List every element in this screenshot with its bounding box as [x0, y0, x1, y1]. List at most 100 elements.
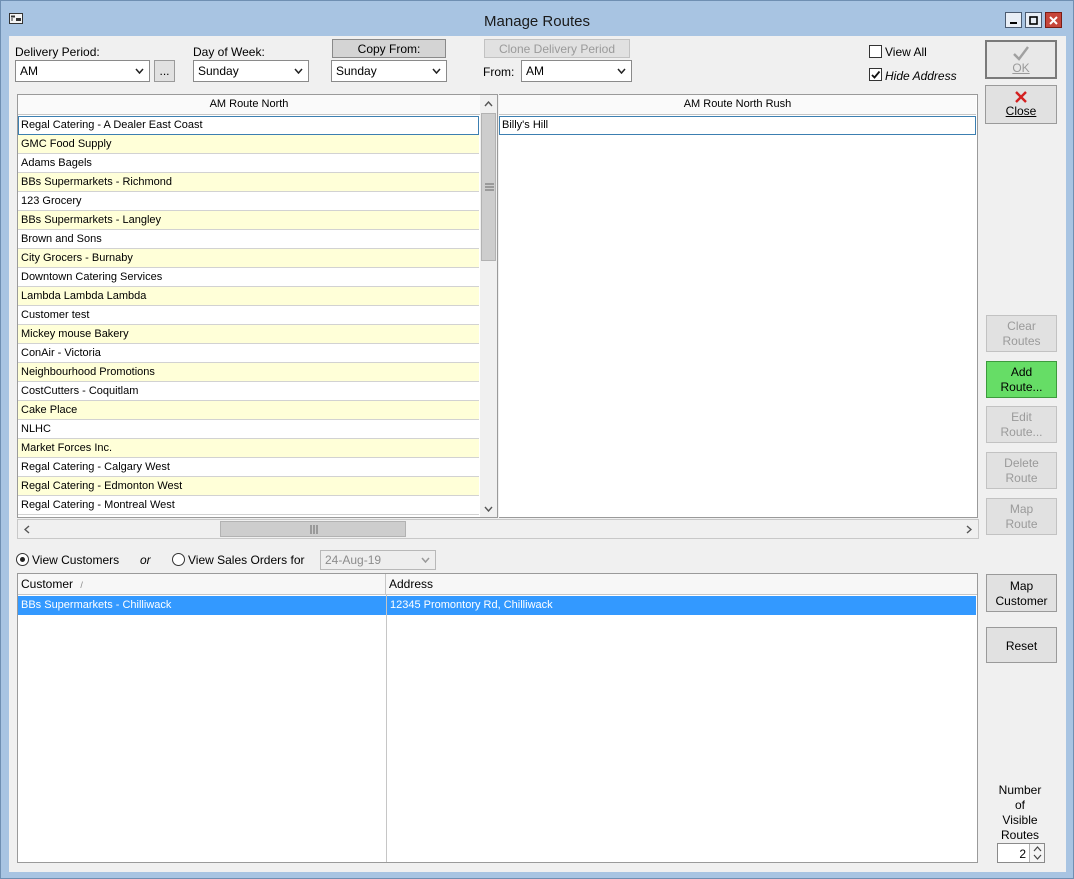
- sort-indicator-icon: /: [80, 580, 83, 590]
- view-all-checkbox[interactable]: [869, 45, 882, 58]
- delete-route-button[interactable]: Delete Route: [986, 452, 1057, 489]
- route-stop-row[interactable]: 123 Grocery: [18, 192, 479, 211]
- checkmark-icon: [871, 70, 881, 79]
- sales-order-date-picker[interactable]: 24-Aug-19: [320, 550, 436, 570]
- route-stop-row[interactable]: Regal Catering - Montreal West: [18, 496, 479, 515]
- route-stop-row[interactable]: Brown and Sons: [18, 230, 479, 249]
- route-stop-row[interactable]: BBs Supermarkets - Richmond: [18, 173, 479, 192]
- route-stop-row[interactable]: Neighbourhood Promotions: [18, 363, 479, 382]
- close-window-button[interactable]: [1045, 12, 1062, 28]
- scroll-left-arrow[interactable]: [18, 521, 35, 538]
- spinner-buttons: [1029, 844, 1044, 862]
- customer-column-header[interactable]: Customer /: [18, 574, 386, 595]
- add-route-label-line2: Route...: [1000, 380, 1043, 394]
- maximize-icon: [1029, 15, 1038, 25]
- route-stop-row[interactable]: Adams Bagels: [18, 154, 479, 173]
- route-stop-row[interactable]: Market Forces Inc.: [18, 439, 479, 458]
- customer-cell[interactable]: BBs Supermarkets - Chilliwack: [18, 596, 386, 615]
- route-stop-row[interactable]: Customer test: [18, 306, 479, 325]
- route-stop-row[interactable]: Billy's Hill: [499, 116, 976, 135]
- chevron-down-icon: [617, 68, 626, 74]
- clear-routes-button[interactable]: Clear Routes: [986, 315, 1057, 352]
- spin-down-icon[interactable]: [1031, 853, 1044, 862]
- close-button[interactable]: Close: [985, 85, 1057, 124]
- view-customers-radio[interactable]: [16, 553, 29, 566]
- check-icon: [1013, 46, 1029, 61]
- copy-from-button[interactable]: Copy From:: [332, 39, 446, 58]
- view-customers-label: View Customers: [32, 553, 120, 567]
- day-of-week-label: Day of Week:: [193, 45, 265, 59]
- route-stop-row[interactable]: Cake Place: [18, 401, 479, 420]
- column-divider: [386, 595, 387, 862]
- visible-routes-label-line1: Number: [998, 783, 1042, 797]
- radio-selected-dot: [20, 557, 25, 562]
- add-route-label-line1: Add: [1010, 365, 1033, 379]
- horizontal-scroll-thumb[interactable]: [220, 521, 406, 537]
- sales-order-date-value: 24-Aug-19: [325, 553, 382, 567]
- copy-from-select[interactable]: Sunday: [331, 60, 447, 82]
- route-stop-row[interactable]: Mickey mouse Bakery: [18, 325, 479, 344]
- visible-routes-label-line4: Routes: [1000, 828, 1040, 842]
- route-stop-row[interactable]: Regal Catering - Edmonton West: [18, 477, 479, 496]
- edit-route-button[interactable]: Edit Route...: [986, 406, 1057, 443]
- route-1-vertical-scrollbar[interactable]: [480, 95, 497, 517]
- visible-routes-spinner[interactable]: 2: [997, 843, 1045, 863]
- chevron-right-icon: [966, 525, 972, 534]
- scroll-down-arrow[interactable]: [480, 500, 497, 517]
- chevron-down-icon: [432, 68, 441, 74]
- delivery-period-browse-button[interactable]: ...: [154, 60, 175, 82]
- scroll-up-arrow[interactable]: [480, 95, 497, 112]
- route-stop-row[interactable]: Lambda Lambda Lambda: [18, 287, 479, 306]
- route-stop-row[interactable]: Regal Catering - A Dealer East Coast: [18, 116, 479, 135]
- spin-up-icon[interactable]: [1031, 844, 1044, 853]
- scroll-thumb[interactable]: [481, 113, 496, 261]
- hide-address-checkbox[interactable]: [869, 68, 882, 81]
- from-select[interactable]: AM: [521, 60, 632, 82]
- delivery-period-select[interactable]: AM: [15, 60, 150, 82]
- manage-routes-window: Manage Routes Delivery Period: AM ... Da…: [0, 0, 1074, 879]
- route-stop-row[interactable]: CostCutters - Coquitlam: [18, 382, 479, 401]
- delivery-period-label: Delivery Period:: [15, 45, 100, 59]
- map-customer-button[interactable]: Map Customer: [986, 574, 1057, 612]
- visible-routes-label-line2: of: [1014, 798, 1025, 812]
- minimize-icon: [1010, 21, 1017, 24]
- chevron-up-icon: [484, 100, 493, 106]
- view-sales-orders-label: View Sales Orders for: [188, 553, 305, 567]
- route-panel-1: AM Route North Regal Catering - A Dealer…: [17, 94, 498, 518]
- title-bar[interactable]: Manage Routes: [1, 1, 1073, 31]
- from-label: From:: [483, 65, 515, 79]
- scroll-right-arrow[interactable]: [960, 521, 977, 538]
- chevron-left-icon: [23, 525, 29, 534]
- add-route-button[interactable]: Add Route...: [986, 361, 1057, 398]
- route-stop-row[interactable]: Downtown Catering Services: [18, 268, 479, 287]
- route-stop-row[interactable]: GMC Food Supply: [18, 135, 479, 154]
- customer-column-label: Customer: [21, 577, 74, 591]
- route-stop-row[interactable]: ConAir - Victoria: [18, 344, 479, 363]
- route-stop-row[interactable]: Regal Catering - Calgary West: [18, 458, 479, 477]
- route-2-header[interactable]: AM Route North Rush: [499, 95, 976, 115]
- map-route-button[interactable]: Map Route: [986, 498, 1057, 535]
- visible-routes-value: 2: [1019, 847, 1026, 861]
- clone-delivery-period-button[interactable]: Clone Delivery Period: [484, 39, 630, 58]
- ok-button[interactable]: OK: [985, 40, 1057, 79]
- route-panel-2: AM Route North Rush Billy's Hill: [499, 94, 978, 518]
- close-label: Close: [1005, 104, 1037, 118]
- grip-icon: [310, 525, 318, 534]
- address-column-header[interactable]: Address: [386, 574, 977, 595]
- maximize-button[interactable]: [1025, 12, 1042, 28]
- route-stop-row[interactable]: NLHC: [18, 420, 479, 439]
- routes-horizontal-scrollbar[interactable]: [17, 519, 979, 539]
- delete-route-label-line1: Delete: [1004, 456, 1039, 470]
- view-sales-orders-radio[interactable]: [172, 553, 185, 566]
- visible-routes-label-line3: Visible: [1002, 813, 1038, 827]
- route-stop-row[interactable]: BBs Supermarkets - Langley: [18, 211, 479, 230]
- reset-button[interactable]: Reset: [986, 627, 1057, 663]
- route-1-header[interactable]: AM Route North: [18, 95, 480, 115]
- edit-route-label-line1: Edit: [1011, 410, 1032, 424]
- day-of-week-select[interactable]: Sunday: [193, 60, 309, 82]
- route-stop-row[interactable]: City Grocers - Burnaby: [18, 249, 479, 268]
- map-customer-label-line2: Customer: [995, 594, 1048, 608]
- view-all-label: View All: [885, 45, 927, 59]
- minimize-button[interactable]: [1005, 12, 1022, 28]
- address-cell[interactable]: 12345 Promontory Rd, Chilliwack: [387, 596, 976, 615]
